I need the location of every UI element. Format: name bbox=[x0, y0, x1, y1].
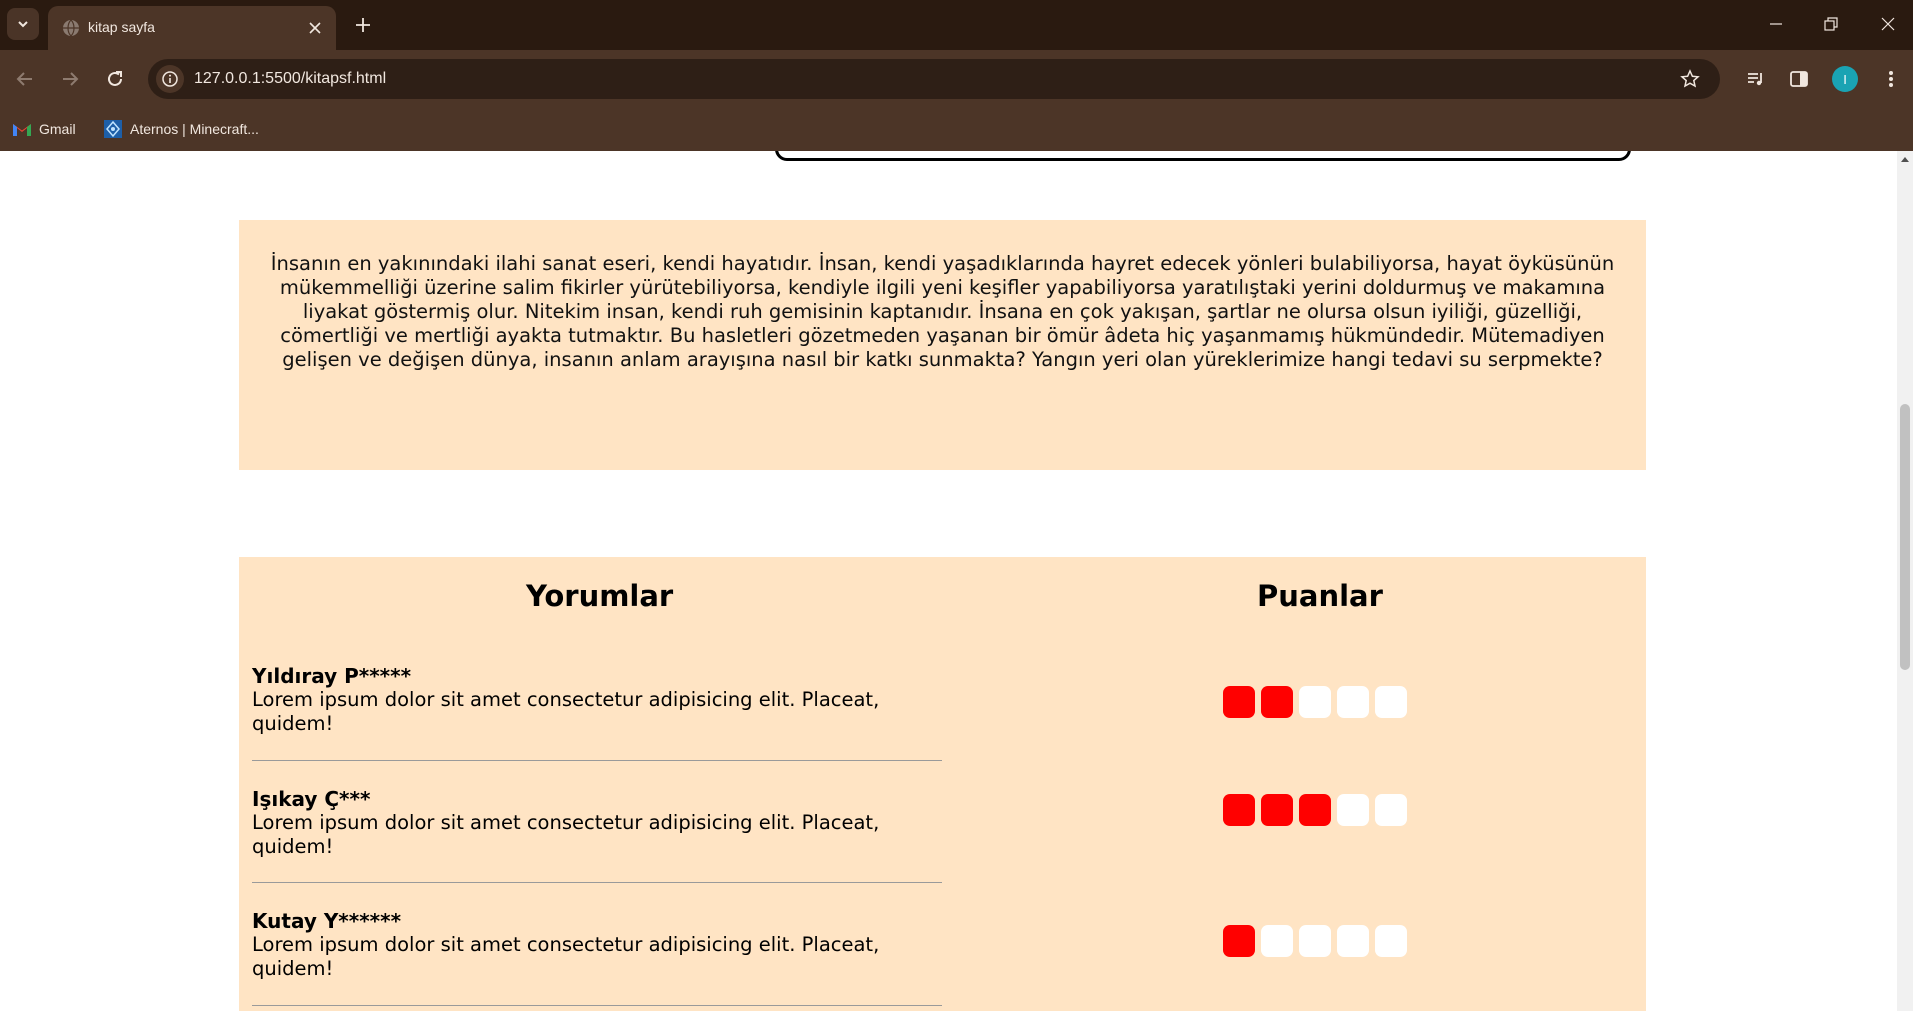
browser-toolbar: 127.0.0.1:5500/kitapsf.html bbox=[0, 50, 1913, 108]
rating-square-filled bbox=[1223, 686, 1255, 718]
review-rating bbox=[1223, 686, 1407, 718]
rating-square-filled bbox=[1299, 794, 1331, 826]
review-author: Kutay Y****** bbox=[252, 909, 402, 933]
gmail-icon bbox=[13, 123, 31, 136]
url-text: 127.0.0.1:5500/kitapsf.html bbox=[194, 70, 387, 87]
rating-square-filled bbox=[1223, 794, 1255, 826]
ratings-heading: Puanlar bbox=[1257, 579, 1383, 613]
site-info-button[interactable] bbox=[156, 65, 184, 93]
minimize-button[interactable] bbox=[1756, 8, 1796, 40]
rating-square-filled bbox=[1261, 686, 1293, 718]
review-author: Işıkay Ç*** bbox=[252, 787, 371, 811]
chevron-down-icon bbox=[18, 21, 28, 28]
more-vertical-icon bbox=[1889, 71, 1893, 87]
previous-section-box bbox=[775, 151, 1631, 161]
arrow-right-icon bbox=[63, 72, 79, 86]
browser-tab[interactable]: kitap sayfa bbox=[48, 6, 336, 50]
side-panel-icon bbox=[1790, 71, 1808, 87]
rating-square-filled bbox=[1223, 925, 1255, 957]
review-rating bbox=[1223, 925, 1407, 957]
minimize-icon bbox=[1770, 23, 1782, 25]
rating-square-empty bbox=[1337, 925, 1369, 957]
review-text: Lorem ipsum dolor sit amet consectetur a… bbox=[252, 811, 880, 858]
address-bar[interactable]: 127.0.0.1:5500/kitapsf.html bbox=[148, 59, 1720, 99]
review-text: Lorem ipsum dolor sit amet consectetur a… bbox=[252, 688, 880, 735]
browser-tab-strip: kitap sayfa bbox=[0, 0, 1913, 50]
close-window-button[interactable] bbox=[1868, 8, 1908, 40]
bookmark-label: Aternos | Minecraft... bbox=[130, 121, 259, 137]
globe-icon bbox=[63, 19, 79, 37]
review-item: Kutay Y****** Lorem ipsum dolor sit amet… bbox=[252, 909, 942, 981]
menu-button[interactable] bbox=[1876, 64, 1906, 94]
bookmark-gmail[interactable]: Gmail bbox=[12, 118, 76, 140]
rating-square-filled bbox=[1261, 794, 1293, 826]
book-description-panel: İnsanın en yakınındaki ilahi sanat eseri… bbox=[239, 220, 1646, 470]
review-item: Yıldıray P***** Lorem ipsum dolor sit am… bbox=[252, 664, 942, 736]
page-scrollbar[interactable] bbox=[1897, 151, 1913, 1011]
comments-heading: Yorumlar bbox=[526, 579, 674, 613]
rating-square-empty bbox=[1375, 686, 1407, 718]
tab-search-button[interactable] bbox=[7, 8, 39, 40]
close-icon bbox=[1881, 17, 1895, 31]
arrow-left-icon bbox=[16, 72, 32, 86]
reload-icon bbox=[108, 71, 122, 86]
page-viewport: İnsanın en yakınındaki ilahi sanat eseri… bbox=[0, 151, 1897, 1011]
rating-square-empty bbox=[1337, 794, 1369, 826]
review-divider bbox=[252, 1005, 942, 1006]
rating-square-empty bbox=[1337, 686, 1369, 718]
rating-square-empty bbox=[1299, 686, 1331, 718]
tab-close-button[interactable] bbox=[304, 17, 326, 39]
review-author: Yıldıray P***** bbox=[252, 664, 412, 688]
media-control-button[interactable] bbox=[1741, 64, 1771, 94]
plus-icon bbox=[356, 18, 370, 32]
star-icon bbox=[1680, 69, 1700, 88]
close-icon bbox=[309, 22, 321, 34]
aternos-icon bbox=[104, 120, 122, 138]
tab-title: kitap sayfa bbox=[88, 19, 155, 35]
bookmark-aternos[interactable]: Aternos | Minecraft... bbox=[103, 118, 259, 140]
review-text: Lorem ipsum dolor sit amet consectetur a… bbox=[252, 933, 880, 980]
rating-square-empty bbox=[1261, 925, 1293, 957]
rating-square-empty bbox=[1299, 925, 1331, 957]
book-description-text: İnsanın en yakınındaki ilahi sanat eseri… bbox=[270, 252, 1615, 371]
scroll-up-arrow-icon[interactable] bbox=[1901, 157, 1909, 162]
restore-button[interactable] bbox=[1811, 8, 1851, 40]
back-button[interactable] bbox=[9, 63, 41, 95]
review-divider bbox=[252, 760, 942, 761]
bookmarks-bar: Gmail Aternos | Minecraft... bbox=[0, 108, 1913, 151]
review-item: Işıkay Ç*** Lorem ipsum dolor sit amet c… bbox=[252, 787, 942, 859]
restore-icon bbox=[1824, 17, 1838, 31]
bookmark-star-button[interactable] bbox=[1678, 67, 1702, 91]
side-panel-button[interactable] bbox=[1784, 64, 1814, 94]
reload-button[interactable] bbox=[99, 63, 131, 95]
info-icon bbox=[162, 71, 178, 87]
scrollbar-thumb[interactable] bbox=[1900, 404, 1910, 670]
forward-button[interactable] bbox=[54, 63, 86, 95]
rating-square-empty bbox=[1375, 925, 1407, 957]
profile-avatar[interactable]: I bbox=[1832, 66, 1858, 92]
rating-square-empty bbox=[1375, 794, 1407, 826]
review-rating bbox=[1223, 794, 1407, 826]
new-tab-button[interactable] bbox=[350, 12, 376, 38]
reviews-panel: Yorumlar Puanlar Yıldıray P***** Lorem i… bbox=[239, 557, 1646, 1011]
review-divider bbox=[252, 882, 942, 883]
bookmark-label: Gmail bbox=[39, 121, 76, 137]
playlist-icon bbox=[1748, 73, 1762, 86]
